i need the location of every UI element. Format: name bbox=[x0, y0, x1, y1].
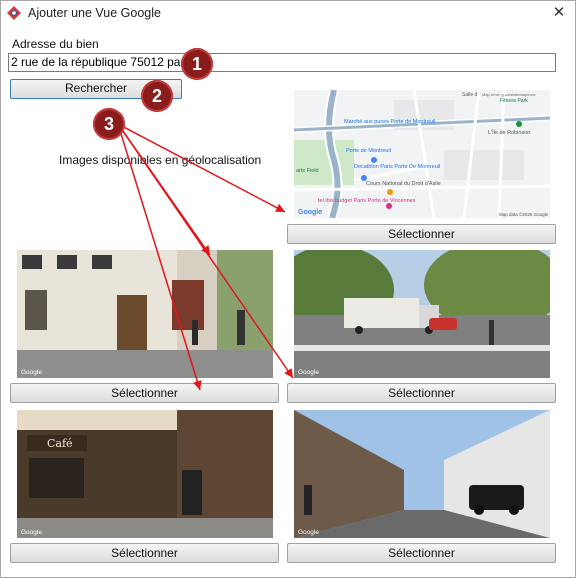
annotation-badge-1: 1 bbox=[181, 48, 213, 80]
map-label-decathlon: Decathlon Paris Porte De Montreuil bbox=[354, 164, 440, 170]
map-label-lile: L'Île de Robinson bbox=[488, 129, 530, 136]
window-title: Ajouter une Vue Google bbox=[28, 6, 161, 20]
street-view-image-3: Café Google bbox=[17, 410, 273, 538]
annotation-badge-3: 3 bbox=[93, 108, 125, 140]
street-view-image-4: Google bbox=[294, 410, 550, 538]
google-watermark: Google bbox=[21, 369, 42, 376]
address-input[interactable]: 2 rue de la république 75012 paris bbox=[8, 53, 556, 72]
map-label-salle: Salle d bbox=[462, 92, 478, 98]
google-watermark: Google bbox=[21, 529, 42, 536]
map-label-cours: Cours National du Droit d'Asile bbox=[366, 181, 441, 187]
map-error-text: Map error: g.co/staticmaperror bbox=[482, 92, 536, 97]
map-google-logo: Google bbox=[298, 209, 322, 216]
select-button-3[interactable]: Sélectionner bbox=[10, 543, 279, 563]
select-button-4[interactable]: Sélectionner bbox=[287, 543, 556, 563]
map-attribution: Map data ©2025 Google bbox=[499, 211, 549, 217]
title-bar: Ajouter une Vue Google ✕ bbox=[1, 1, 575, 25]
street-view-image-2: Google bbox=[294, 250, 550, 378]
geolocation-label: Images disponibles en géolocalisation bbox=[59, 153, 262, 167]
map-label-hotel: tel ibis budget Paris Porte de Vincennes bbox=[318, 198, 416, 204]
close-icon[interactable]: ✕ bbox=[549, 3, 569, 23]
google-watermark: Google bbox=[298, 369, 319, 376]
map-label-fields: arts Field bbox=[296, 168, 319, 174]
select-button-2[interactable]: Sélectionner bbox=[287, 383, 556, 403]
street-view-image-1: Google bbox=[17, 250, 273, 378]
select-button-map[interactable]: Sélectionner bbox=[287, 224, 556, 244]
annotation-badge-2: 2 bbox=[141, 80, 173, 112]
map-image: Salle d Map error: g.co/staticmaperror F… bbox=[294, 90, 550, 218]
select-button-1[interactable]: Sélectionner bbox=[10, 383, 279, 403]
map-label-marche: Marché aux puces Porte de Montreuil bbox=[344, 119, 435, 125]
map-label-fitness: Fitness Park bbox=[500, 98, 528, 104]
app-logo-icon bbox=[7, 6, 21, 20]
address-label: Adresse du bien bbox=[12, 37, 99, 51]
map-label-porte: Porte de Montreuil bbox=[346, 148, 391, 154]
cafe-sign: Café bbox=[47, 437, 73, 450]
google-watermark: Google bbox=[298, 529, 319, 536]
